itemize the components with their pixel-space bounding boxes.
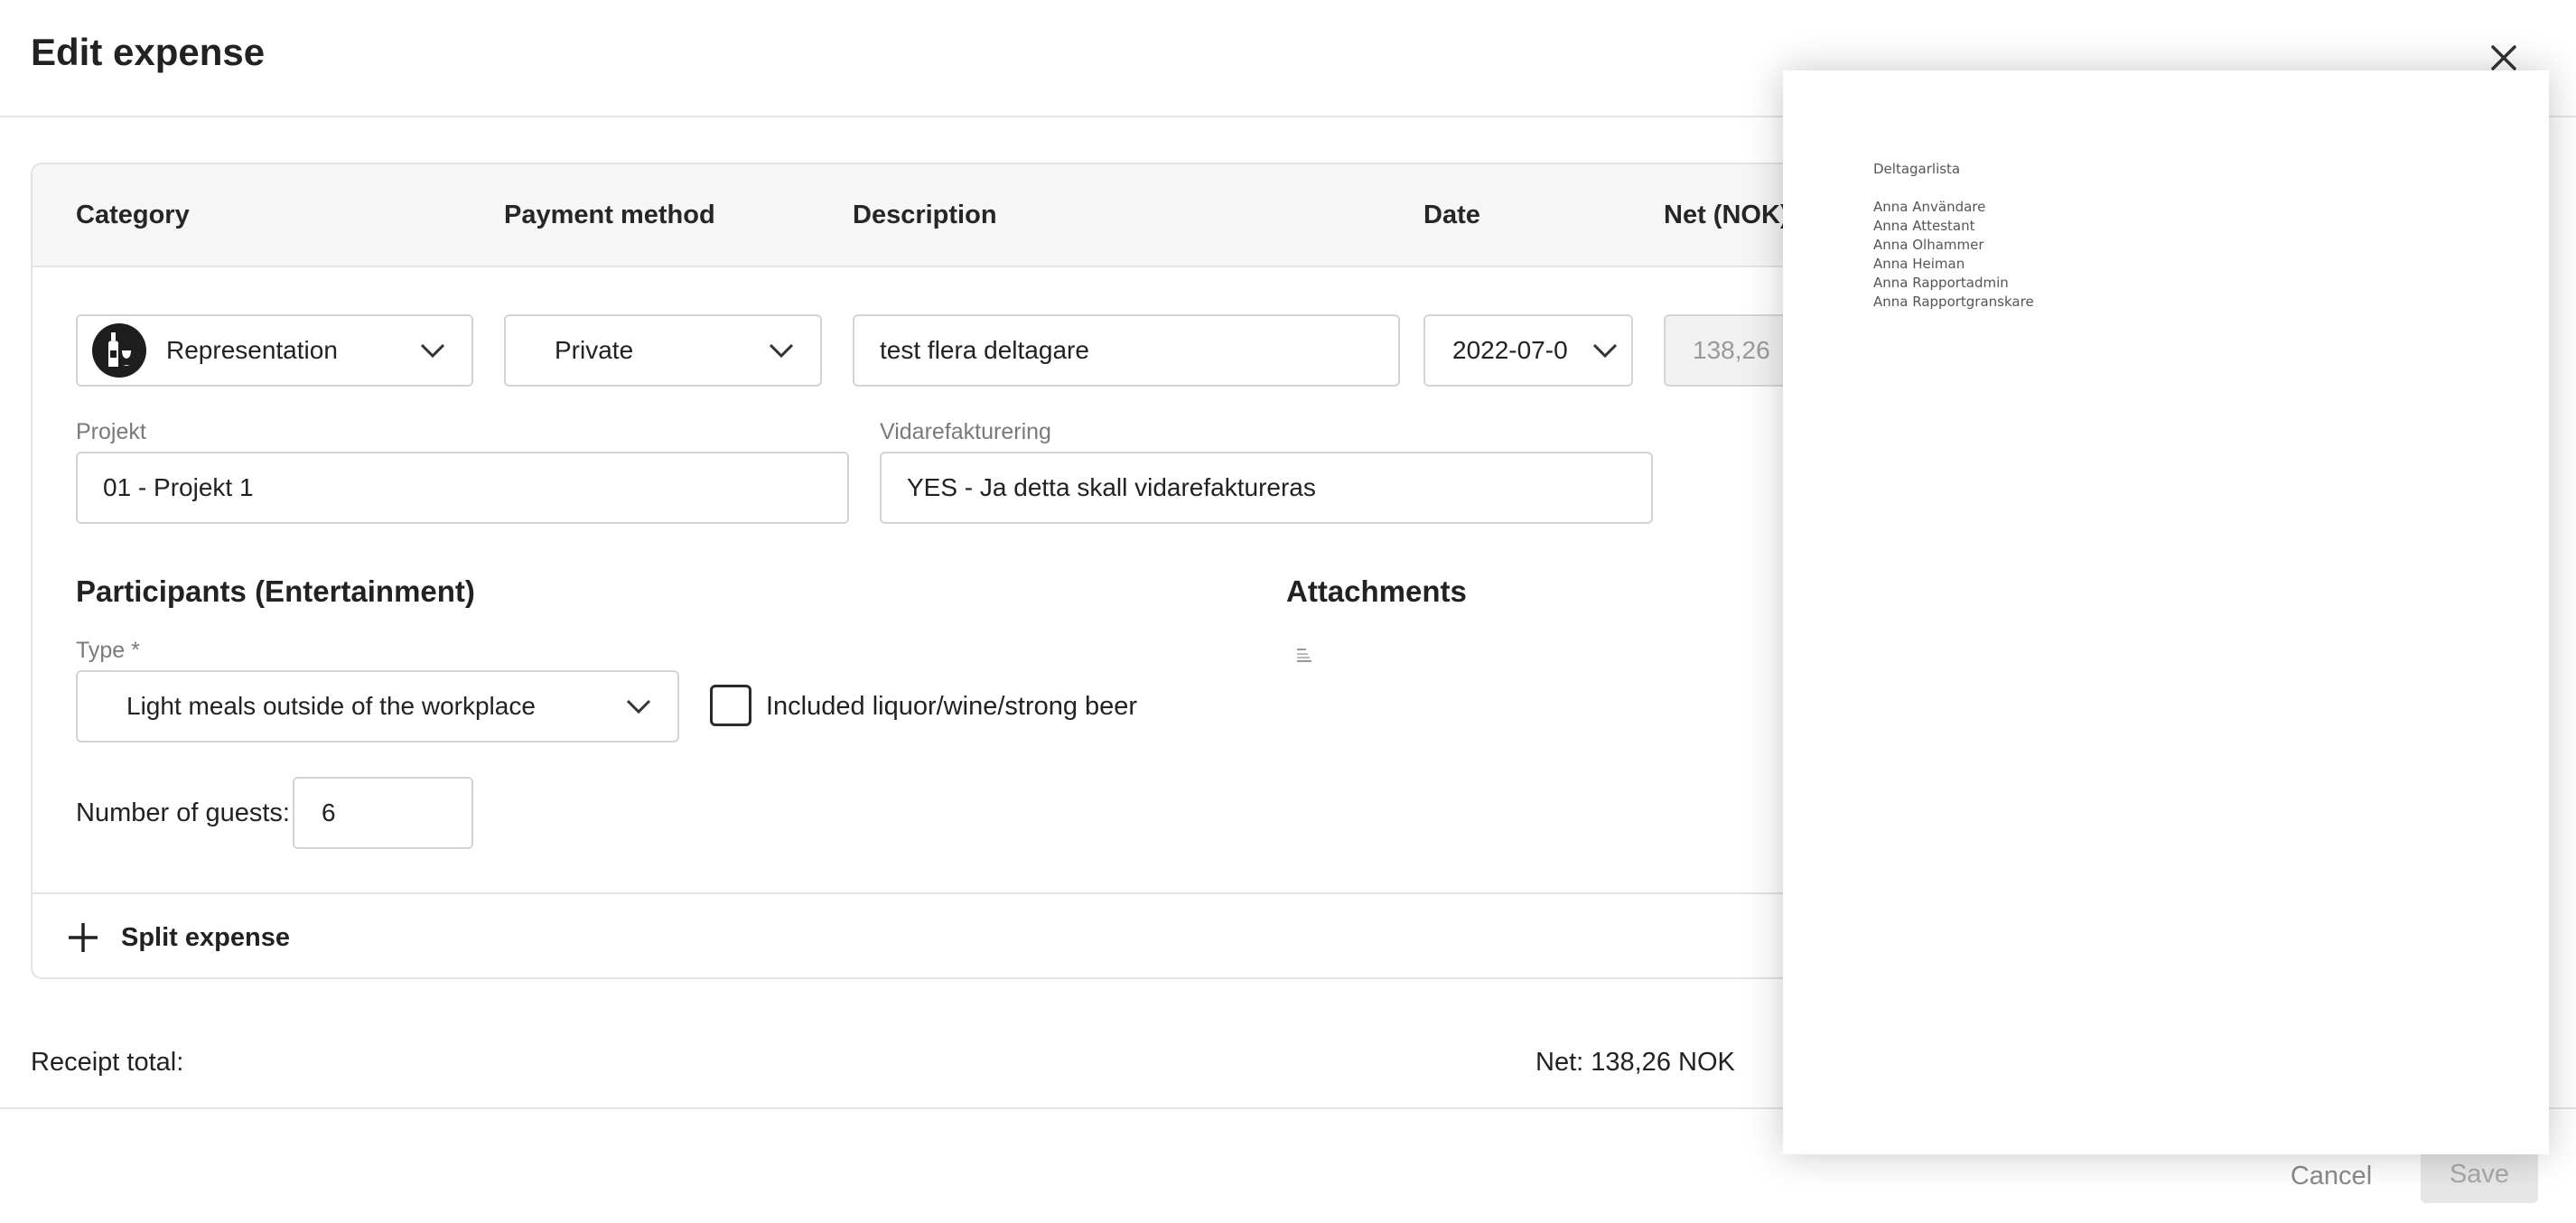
guests-value: 6 bbox=[322, 798, 336, 826]
chevron-down-icon bbox=[626, 699, 651, 714]
table-header: Category Payment method Description Date… bbox=[33, 164, 1871, 267]
preview-name: Anna Rapportadmin bbox=[1873, 275, 2009, 291]
chevron-down-icon bbox=[1592, 343, 1618, 359]
projekt-select[interactable]: 01 - Projekt 1 bbox=[76, 452, 849, 524]
expense-card: Category Payment method Description Date… bbox=[31, 163, 1873, 979]
preview-heading: Deltagarlista bbox=[1873, 161, 1961, 177]
header-net: Net (NOK) bbox=[1664, 201, 1789, 229]
split-expense-button[interactable]: Split expense bbox=[65, 920, 290, 956]
attachment-preview[interactable]: Deltagarlista Anna Användare Anna Attest… bbox=[1783, 70, 2549, 1154]
preview-name: Anna Attestant bbox=[1873, 218, 1975, 234]
wine-bottle-glass-icon bbox=[92, 323, 146, 378]
category-value: Representation bbox=[166, 336, 338, 364]
liquor-checkbox-label: Included liquor/wine/strong beer bbox=[766, 692, 1138, 721]
preview-name: Anna Användare bbox=[1873, 199, 1986, 215]
participant-type-value: Light meals outside of the workplace bbox=[126, 692, 536, 720]
projekt-label: Projekt bbox=[76, 419, 146, 444]
split-expense-label: Split expense bbox=[121, 922, 290, 952]
date-value: 2022-07-0 bbox=[1452, 336, 1568, 364]
header-category: Category bbox=[76, 201, 190, 229]
receipt-total-label: Receipt total: bbox=[31, 1048, 184, 1077]
description-value: test flera deltagare bbox=[880, 336, 1089, 364]
payment-method-select[interactable]: Private bbox=[504, 314, 822, 387]
preview-name: Anna Olhammer bbox=[1873, 237, 1984, 253]
chevron-down-icon bbox=[420, 343, 445, 359]
description-input[interactable]: test flera deltagare bbox=[853, 314, 1400, 387]
participants-title: Participants (Entertainment) bbox=[76, 574, 475, 608]
attachments-title: Attachments bbox=[1286, 574, 1467, 608]
vidarefakturering-label: Vidarefakturering bbox=[880, 419, 1051, 444]
category-select[interactable]: Representation bbox=[76, 314, 473, 387]
vidarefakturering-value: YES - Ja detta skall vidarefaktureras bbox=[907, 473, 1316, 501]
dialog-title: Edit expense bbox=[31, 31, 266, 73]
cancel-button[interactable]: Cancel bbox=[2263, 1149, 2399, 1203]
header-description: Description bbox=[853, 201, 997, 229]
payment-method-value: Private bbox=[555, 336, 634, 364]
net-value: 138,26 bbox=[1693, 336, 1770, 364]
date-picker[interactable]: 2022-07-0 bbox=[1423, 314, 1633, 387]
projekt-value: 01 - Projekt 1 bbox=[103, 473, 254, 501]
receipt-total-net: Net: 138,26 NOK bbox=[1535, 1048, 1735, 1077]
document-thumbnail-icon[interactable] bbox=[1295, 645, 1315, 668]
preview-name: Anna Rapportgranskare bbox=[1873, 294, 2034, 310]
preview-name: Anna Heiman bbox=[1873, 256, 1965, 272]
split-expense-row: Split expense bbox=[33, 892, 1871, 977]
guests-input[interactable]: 6 bbox=[293, 777, 473, 849]
plus-icon bbox=[69, 923, 98, 952]
guests-label: Number of guests: bbox=[76, 798, 290, 827]
liquor-checkbox[interactable] bbox=[710, 685, 751, 726]
chevron-down-icon bbox=[769, 343, 794, 359]
vidarefakturering-select[interactable]: YES - Ja detta skall vidarefaktureras bbox=[880, 452, 1653, 524]
header-date: Date bbox=[1423, 201, 1480, 229]
participant-type-select[interactable]: Light meals outside of the workplace bbox=[76, 670, 679, 742]
type-label: Type * bbox=[76, 638, 140, 663]
header-payment-method: Payment method bbox=[504, 201, 715, 229]
